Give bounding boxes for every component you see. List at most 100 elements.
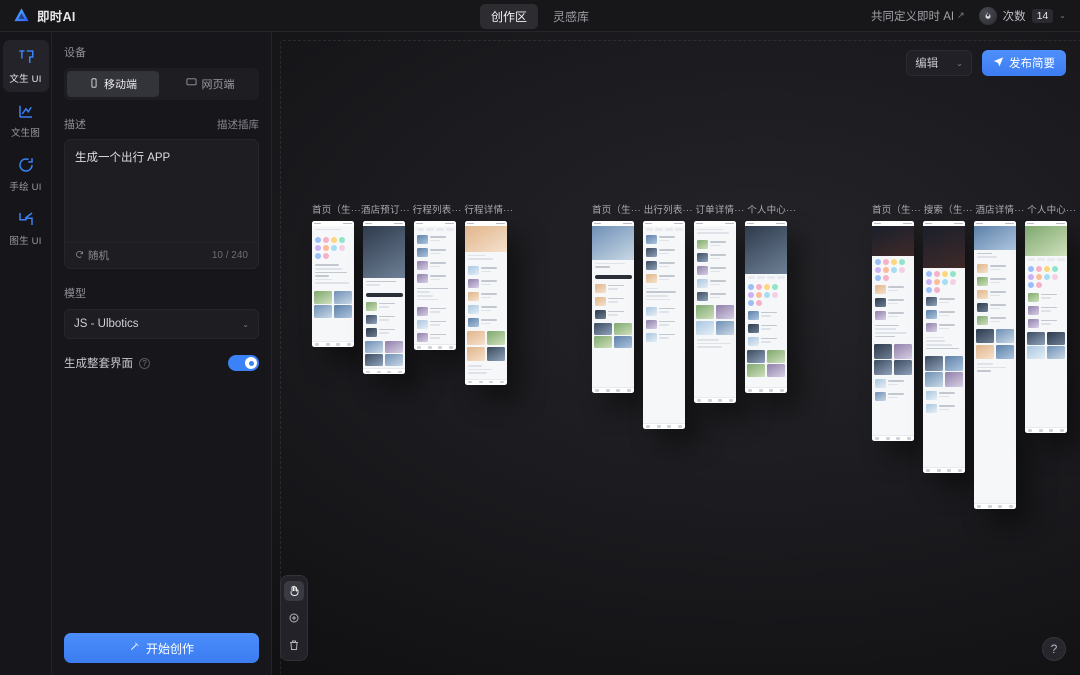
phone-list-row [414,233,456,246]
phone-image-grid [872,342,914,378]
phone-mockup[interactable] [1025,221,1067,433]
device-option-web[interactable]: 网页端 [164,71,256,97]
phone-mockup[interactable] [923,221,965,473]
app-root: 即时AI 创作区 灵感库 共同定义即时 AI ↗ 次数 14 ⌄ 文生 UI 文… [0,0,1080,675]
panel-footer: 开始创作 [52,621,271,675]
device-option-label: 移动端 [104,79,137,91]
rail-label: 手绘 UI [9,182,42,193]
model-select[interactable]: JS - Ulbotics ⌄ [64,309,259,339]
phone-list-row [745,322,787,335]
phone-mockup[interactable] [643,221,685,429]
canvas-top-controls: 编辑 ⌄ 发布简要 [906,50,1066,76]
start-creation-button[interactable]: 开始创作 [64,633,259,663]
device-option-mobile[interactable]: 移动端 [67,71,159,97]
chevron-down-icon[interactable]: ⌄ [1059,11,1066,20]
mockup-group[interactable]: 首页（生··· 出行列表··· 订单详情··· 个人中心··· [592,202,796,429]
rail-item-text-to-image[interactable]: 文生图 [3,94,49,146]
left-panel: 设备 移动端 网页端 描述 描述插库 生成一个出行 APP 随机 10 / 24… [52,32,272,675]
phone-image-grid [923,354,965,390]
phone-list-row [923,389,965,402]
phone-list-row [745,309,787,322]
publish-button[interactable]: 发布简要 [982,50,1066,76]
model-section: 模型 JS - Ulbotics ⌄ [64,285,259,339]
phone-mockup[interactable] [745,221,787,393]
mockup-group[interactable]: 首页（生···酒店预订··· 行程列表··· 行程详情··· [312,202,513,385]
help-button[interactable]: ? [1042,637,1066,661]
mockup-group[interactable]: 首页（生··· 搜索（生··· 酒店详情··· 个人中心··· [872,202,1076,509]
phone-list-row [974,275,1016,288]
phone-list-row [414,272,456,285]
phone-text-lines [592,260,634,272]
phone-list-row [465,264,507,277]
phone-list-row [363,300,405,313]
start-creation-label: 开始创作 [145,641,194,656]
edit-mode-dropdown[interactable]: 编辑 ⌄ [906,50,972,76]
phone-list-row [872,377,914,390]
phone-tab-bar [592,387,634,393]
phone-image-grid [465,329,507,363]
mockup-group-title: 首页（生···酒店预订··· 行程列表··· 行程详情··· [312,205,514,216]
flame-icon [978,6,997,25]
hand-icon[interactable] [284,581,304,601]
brand[interactable]: 即时AI [0,6,76,25]
phone-list-row [923,402,965,415]
phone-list-row [465,277,507,290]
canvas[interactable]: 编辑 ⌄ 发布简要 首页（生···酒店预订··· 行程列表··· 行程详情···… [272,32,1080,675]
left-rail: 文生 UI 文生图 手绘 UI 图生 UI [0,32,52,675]
phone-mockup[interactable] [694,221,736,403]
full-set-toggle[interactable] [228,355,259,371]
phone-list-row [592,308,634,321]
tab-inspiration[interactable]: 灵感库 [542,4,600,29]
credits-label: 次数 [1002,10,1026,23]
phone-tab-bar [745,387,787,393]
phone-list-row [694,290,736,303]
phone-mockup[interactable] [872,221,914,441]
phone-hero-image [1025,226,1067,256]
phone-list-row [694,264,736,277]
phone-mockup[interactable] [465,221,507,385]
phone-image-grid [694,303,736,337]
image-to-ui-icon [17,210,35,228]
phone-list-row [465,303,507,316]
phone-mockup[interactable] [592,221,634,393]
tab-creation[interactable]: 创作区 [479,3,538,29]
phone-mockup[interactable] [312,221,354,347]
phone-text-lines [414,285,456,304]
random-prompt-label: 随机 [88,250,109,262]
rail-item-sketch-to-ui[interactable]: 手绘 UI [3,148,49,200]
phone-hero-image [465,226,507,252]
community-link[interactable]: 共同定义即时 AI ↗ [871,8,965,24]
trash-icon[interactable] [284,635,304,655]
phone-image-grid [745,348,787,380]
description-input[interactable]: 生成一个出行 APP [65,140,258,242]
phone-mockup[interactable] [974,221,1016,509]
phone-list-row [643,331,685,344]
model-select-value: JS - Ulbotics [74,318,139,330]
mockup-screens [312,221,513,385]
phone-text-lines [694,226,736,238]
phone-text-lines [363,278,405,290]
comment-icon[interactable] [284,608,304,628]
phone-mockup[interactable] [363,221,405,375]
rail-item-image-to-ui[interactable]: 图生 UI [3,202,49,254]
phone-list-row [974,262,1016,275]
description-section: 描述 描述插库 生成一个出行 APP 随机 10 / 240 [64,116,259,269]
phone-list-row [923,295,965,308]
phone-mockup[interactable] [414,221,456,350]
phone-list-row [923,321,965,334]
sketch-to-ui-icon [17,156,35,174]
phone-hero-image [745,226,787,274]
random-prompt-button[interactable]: 随机 [75,248,109,263]
phone-tab-bar [643,423,685,429]
description-input-wrap[interactable]: 生成一个出行 APP 随机 10 / 240 [64,139,259,269]
phone-tab-bar [923,467,965,473]
credits-indicator[interactable]: 次数 14 ⌄ [978,6,1066,25]
app-body: 文生 UI 文生图 手绘 UI 图生 UI 设备 移动端 网页端 描述 描述插库… [0,32,1080,675]
phone-text-lines [923,334,965,353]
phone-list-row [465,316,507,329]
description-helper-link[interactable]: 描述插库 [217,117,259,132]
question-icon[interactable]: ? [139,357,150,369]
phone-text-lines [872,322,914,341]
rail-item-text-to-ui[interactable]: 文生 UI [2,40,49,92]
community-link-label: 共同定义即时 AI [871,10,955,23]
